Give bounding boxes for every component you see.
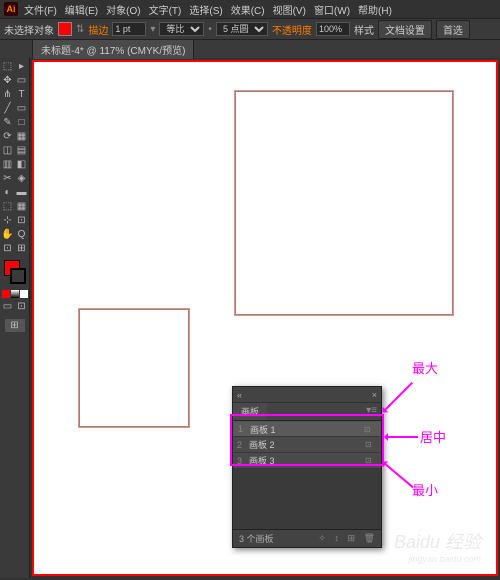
artboard-2[interactable] [78,308,190,428]
menu-type[interactable]: 文字(T) [149,2,182,17]
tool-11-1[interactable]: ⊡ [15,214,28,227]
gradient-mode-icon[interactable] [11,290,19,298]
annotation-mid: 居中 [420,427,446,446]
menubar: Ai 文件(F) 编辑(E) 对象(O) 文字(T) 选择(S) 效果(C) 视… [0,0,500,18]
main-area: ⬚▸✥▭⋔T╱▭✎□⟳▦◫▤▥◧✂◈◐▬⬚▦⊹⊡✋Q⊡⊞ ▭ ⊡ ⊞ « × 画… [0,58,500,578]
annotation-max: 最大 [412,358,438,377]
tool-6-0[interactable]: ◫ [1,144,14,157]
artboard-options-icon[interactable]: ⊡ [365,456,377,465]
tool-13-0[interactable]: ⊡ [1,242,14,255]
move-down-icon[interactable]: ↕ [334,533,339,543]
tool-12-0[interactable]: ✋ [1,228,14,241]
arrow-mid [386,436,418,438]
prefs-button[interactable]: 首选 [436,20,470,39]
color-mode-icon[interactable] [2,290,10,298]
stroke-width-input[interactable] [112,22,146,36]
arrow-max [383,382,413,412]
stroke-swap-icon[interactable]: ⇅ [76,24,84,35]
menu-file[interactable]: 文件(F) [24,2,57,17]
none-mode-icon[interactable] [20,290,28,298]
artboard-row-2[interactable]: 2画板 2⊡ [233,437,381,453]
screen-mode-icon[interactable]: ▭ [1,300,14,313]
artboards-list: 1画板 1⊡ 2画板 2⊡ 3画板 3⊡ [233,421,381,469]
toolbox: ⬚▸✥▭⋔T╱▭✎□⟳▦◫▤▥◧✂◈◐▬⬚▦⊹⊡✋Q⊡⊞ ▭ ⊡ ⊞ [0,58,30,578]
stroke-color[interactable] [10,268,26,284]
tool-2-1[interactable]: T [15,88,28,101]
no-selection-label: 未选择对象 [4,22,54,37]
new-artboard-icon[interactable]: ⊞ [348,533,356,543]
stroke-label[interactable]: 描边 [88,22,108,37]
fill-stroke-control[interactable] [4,260,26,284]
tool-3-0[interactable]: ╱ [1,102,14,115]
tool-1-0[interactable]: ✥ [1,74,14,87]
menu-help[interactable]: 帮助(H) [358,2,392,17]
artboard-options-icon[interactable]: ⊡ [364,425,376,434]
artboard-row-3[interactable]: 3画板 3⊡ [233,453,381,469]
tool-9-1[interactable]: ▬ [15,186,28,199]
panel-tab-artboards[interactable]: 画板 [233,403,267,420]
canvas[interactable]: « × 画板▾≡ 1画板 1⊡ 2画板 2⊡ 3画板 3⊡ 3 个画板 ✧ ↕ … [32,60,498,576]
menu-edit[interactable]: 编辑(E) [65,2,98,17]
style-label: 样式 [354,22,374,37]
panel-empty [233,469,381,529]
tool-7-1[interactable]: ◧ [15,158,28,171]
tool-5-1[interactable]: ▦ [15,130,28,143]
menu-object[interactable]: 对象(O) [106,2,140,17]
app-icon: Ai [4,2,18,16]
change-screen-icon[interactable]: ⊡ [15,300,28,313]
artboard-row-1[interactable]: 1画板 1⊡ [233,421,381,437]
profile-select[interactable]: 等比 [159,22,204,36]
annotation-min: 最小 [412,480,438,499]
tool-2-0[interactable]: ⋔ [1,88,14,101]
tool-13-1[interactable]: ⊞ [15,242,28,255]
menu-select[interactable]: 选择(S) [189,2,222,17]
artboard-options-icon[interactable]: ⊡ [365,440,377,449]
tool-5-0[interactable]: ⟳ [1,130,14,143]
tool-12-1[interactable]: Q [15,228,28,241]
tool-4-0[interactable]: ✎ [1,116,14,129]
panel-footer: 3 个画板 ✧ ↕ ⊞ 🗑 [233,529,381,547]
move-up-icon[interactable]: ✧ [318,533,326,543]
tool-3-1[interactable]: ▭ [15,102,28,115]
tool-0-0[interactable]: ⬚ [1,60,14,73]
fill-swatch[interactable] [58,22,72,36]
expand-toolbox-icon[interactable]: ⊞ [5,319,25,332]
tool-4-1[interactable]: □ [15,116,28,129]
watermark: Baidu 经验 jingyan.baidu.com [394,528,481,564]
tool-8-0[interactable]: ✂ [1,172,14,185]
tool-11-0[interactable]: ⊹ [1,214,14,227]
document-tabbar: 未标题-4* @ 117% (CMYK/预览) [0,40,500,58]
panel-collapse-icon[interactable]: « [237,390,242,400]
document-tab[interactable]: 未标题-4* @ 117% (CMYK/预览) [32,39,194,59]
tool-6-1[interactable]: ▤ [15,144,28,157]
tool-8-1[interactable]: ◈ [15,172,28,185]
menu-effect[interactable]: 效果(C) [231,2,265,17]
tool-10-0[interactable]: ⬚ [1,200,14,213]
artboard-1[interactable] [234,90,454,316]
tool-9-0[interactable]: ◐ [1,186,14,199]
panel-close-icon[interactable]: × [372,390,377,400]
tool-7-0[interactable]: ▥ [1,158,14,171]
options-bar: 未选择对象 ⇅ 描边 ▾ 等比 • 5 点圆形 不透明度 样式 文档设置 首选 [0,18,500,40]
menu-view[interactable]: 视图(V) [273,2,306,17]
delete-artboard-icon[interactable]: 🗑 [364,533,375,543]
shape-select[interactable]: 5 点圆形 [216,22,268,36]
tool-1-1[interactable]: ▭ [15,74,28,87]
opacity-label[interactable]: 不透明度 [272,22,312,37]
artboard-count: 3 个画板 [239,532,274,545]
arrow-min [383,462,413,488]
doc-setup-button[interactable]: 文档设置 [378,20,432,39]
artboards-panel: « × 画板▾≡ 1画板 1⊡ 2画板 2⊡ 3画板 3⊡ 3 个画板 ✧ ↕ … [232,386,382,548]
menu-window[interactable]: 窗口(W) [314,2,350,17]
tool-0-1[interactable]: ▸ [15,60,28,73]
opacity-input[interactable] [316,22,350,36]
tool-10-1[interactable]: ▦ [15,200,28,213]
panel-header[interactable]: « × [233,387,381,403]
